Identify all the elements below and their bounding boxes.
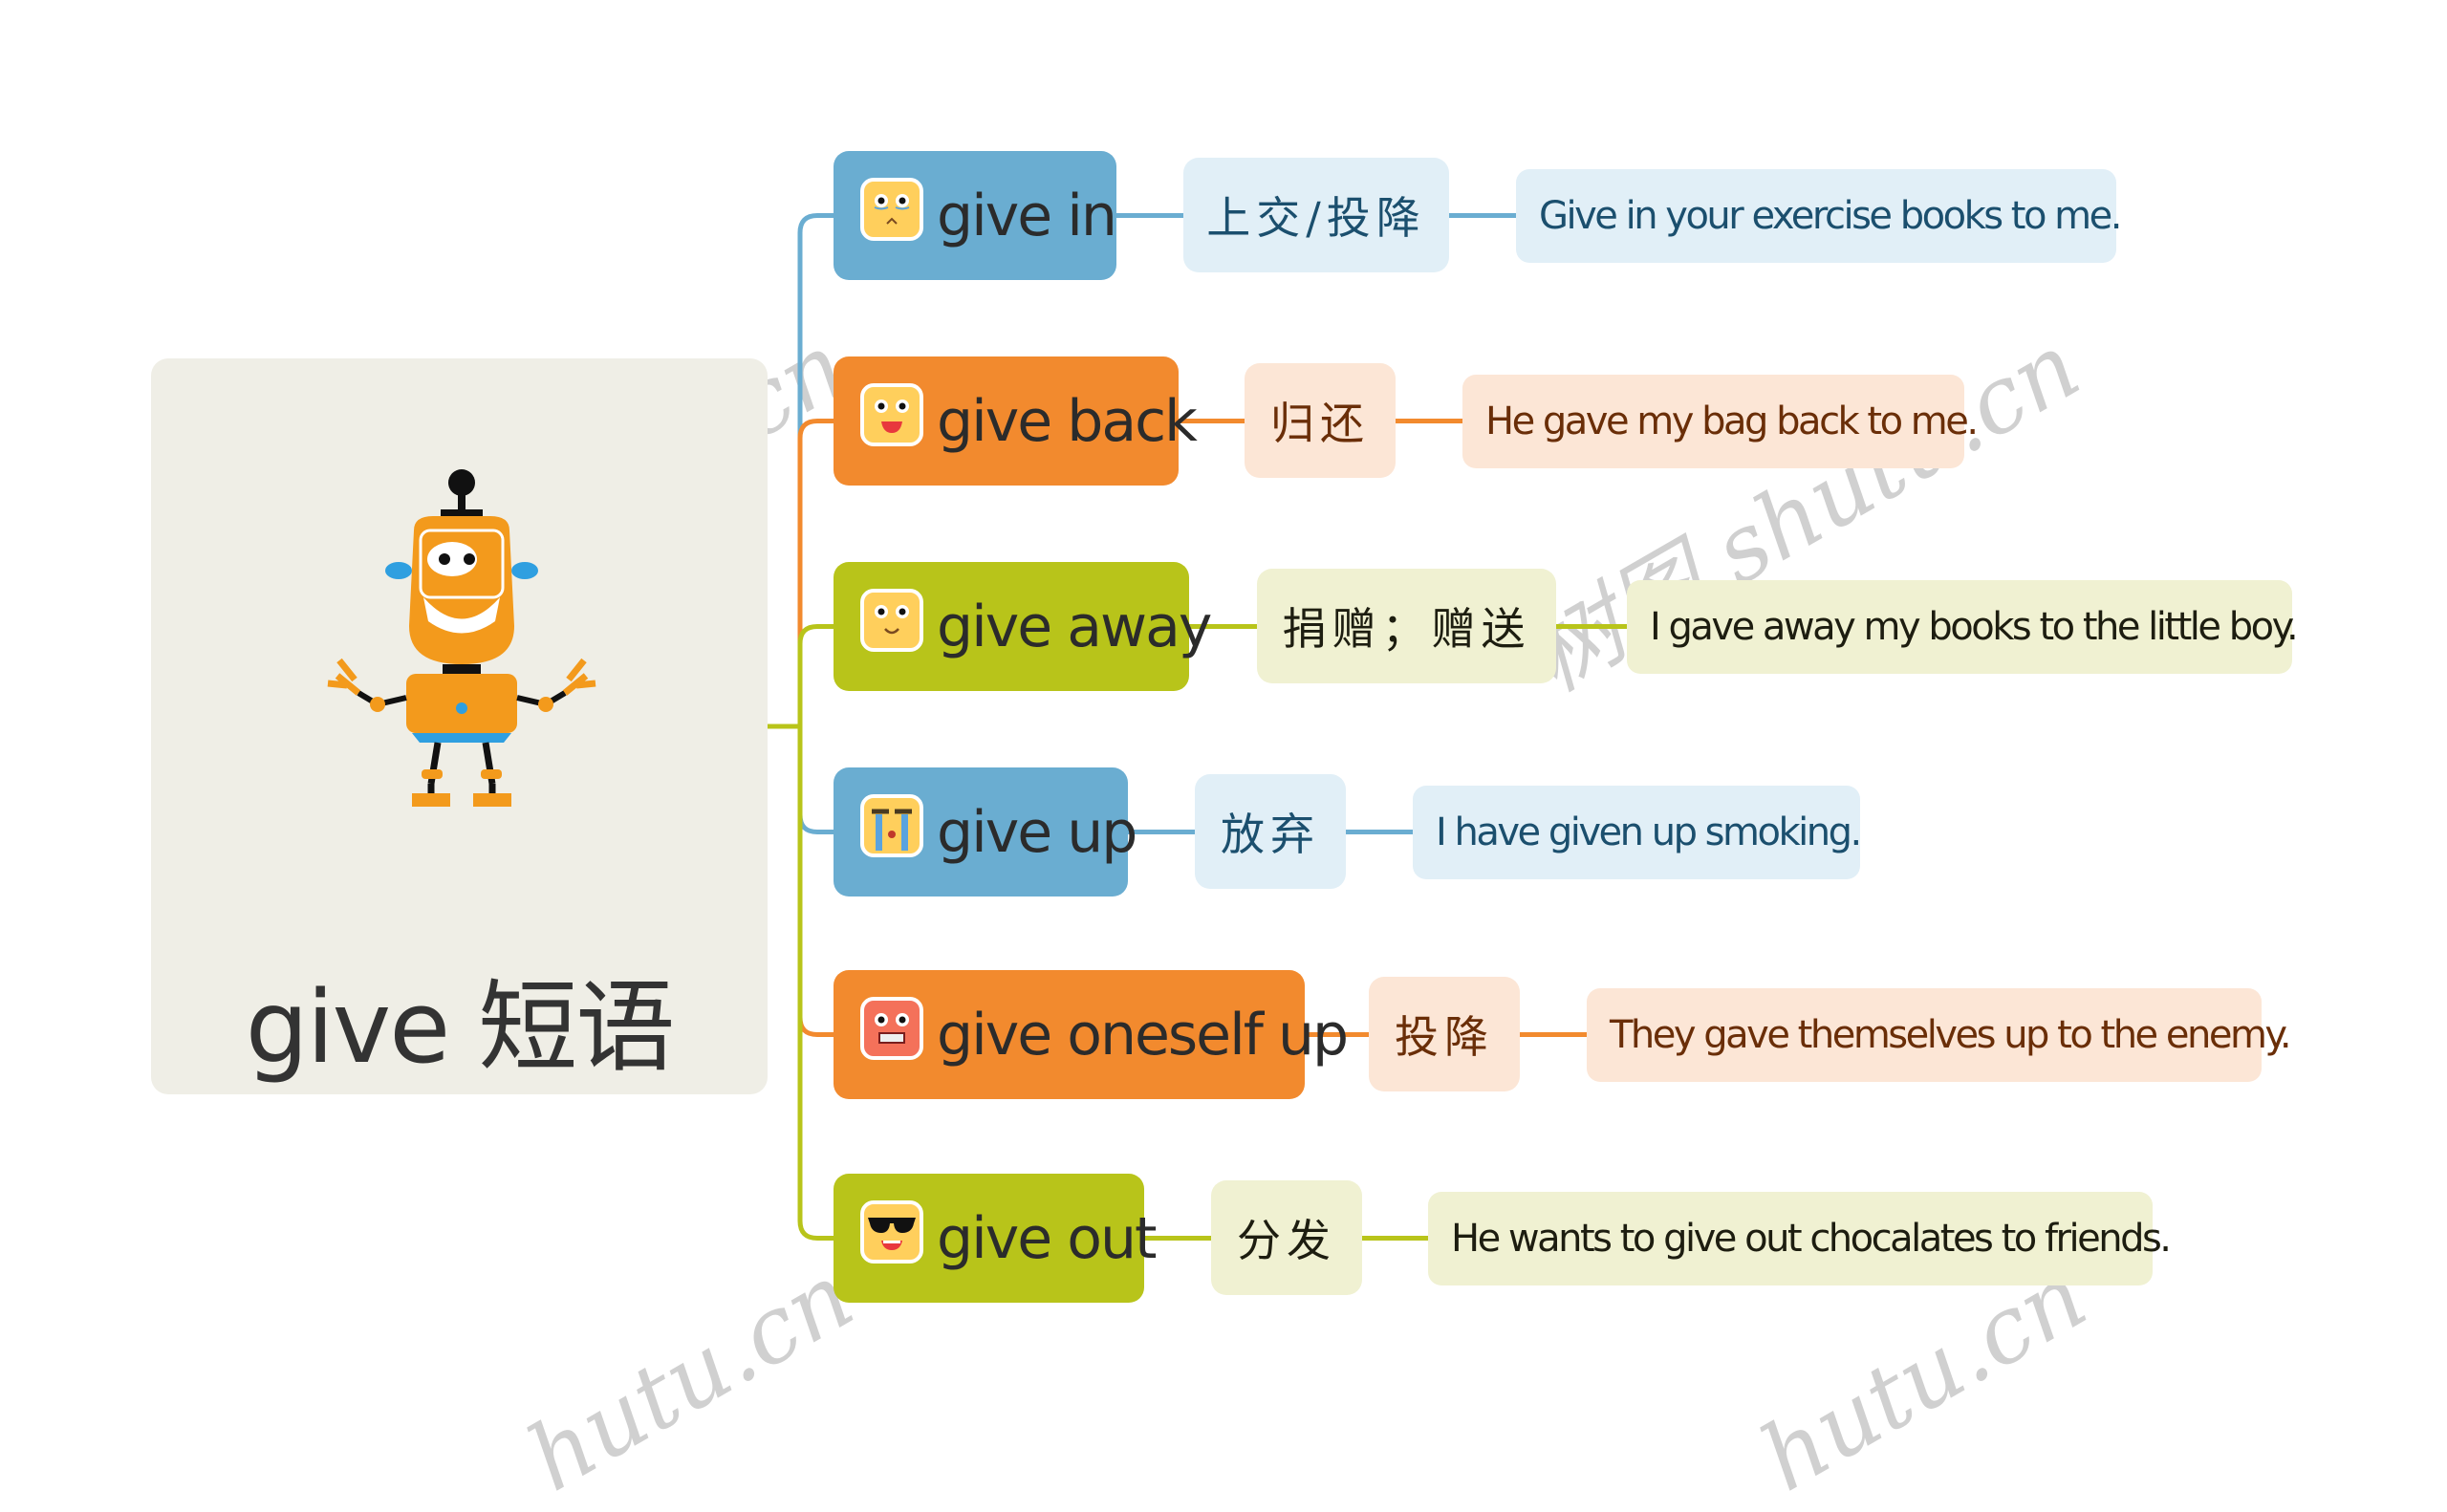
connector-give-oneself-up	[797, 726, 834, 1037]
connector-give-in	[797, 213, 834, 726]
meaning-give-up[interactable]: 放弃	[1195, 774, 1346, 889]
smiling-face-icon	[860, 588, 923, 652]
meaning-give-in[interactable]: 上交/投降	[1183, 158, 1449, 272]
robot-illustration	[327, 469, 596, 807]
topic-give-back[interactable]: give back	[834, 356, 1198, 486]
topic-label: give in	[937, 182, 1117, 249]
grimacing-face-icon	[860, 996, 923, 1060]
topic-label: give up	[937, 798, 1137, 866]
meaning-give-back[interactable]: 归还	[1245, 363, 1396, 478]
happy-face-icon	[860, 382, 923, 446]
topic-give-away[interactable]: give away	[834, 562, 1212, 691]
sunglasses-face-icon	[860, 1199, 923, 1264]
topic-give-out[interactable]: give out	[834, 1174, 1158, 1303]
meaning-give-oneself-up[interactable]: 投降	[1369, 977, 1520, 1091]
root-title: give 短语	[245, 969, 676, 1086]
topic-label: give away	[937, 593, 1212, 660]
example-give-up[interactable]: I have given up smoking.	[1413, 786, 1862, 879]
meaning-give-away[interactable]: 捐赠；赠送	[1257, 569, 1556, 683]
topic-label: give out	[937, 1204, 1158, 1272]
example-give-back[interactable]: He gave my bag back to me.	[1462, 375, 1979, 468]
root-topic[interactable]: give 短语	[151, 358, 768, 1094]
connector-give-away	[797, 624, 834, 726]
connector-give-up	[797, 726, 834, 834]
connector-give-back	[797, 419, 834, 726]
sobbing-face-icon	[860, 793, 923, 857]
topic-label: give oneself up	[937, 1001, 1349, 1069]
connector-give-out	[797, 726, 834, 1241]
example-give-oneself-up[interactable]: They gave themselves up to the enemy.	[1587, 988, 2292, 1082]
topic-give-oneself-up[interactable]: give oneself up	[834, 970, 1349, 1099]
example-give-away[interactable]: I gave away my books to the little boy.	[1627, 580, 2299, 674]
crying-face-icon	[860, 177, 923, 241]
topic-give-in[interactable]: give in	[834, 151, 1117, 280]
meaning-give-out[interactable]: 分发	[1211, 1180, 1362, 1295]
topic-label: give back	[937, 387, 1198, 455]
topic-give-up[interactable]: give up	[834, 767, 1137, 896]
example-give-out[interactable]: He wants to give out chocalates to frien…	[1428, 1192, 2172, 1285]
example-give-in[interactable]: Give in your exercise books to me.	[1516, 169, 2122, 263]
